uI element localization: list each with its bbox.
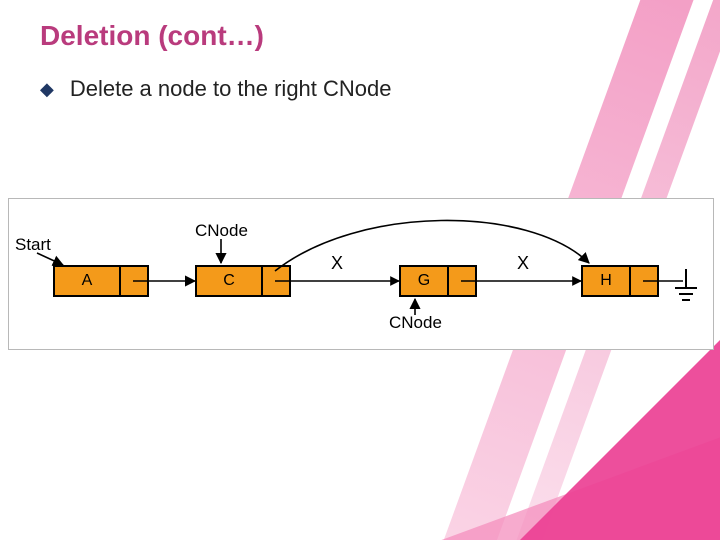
node-value: C <box>195 265 263 297</box>
node-value: H <box>581 265 631 297</box>
label-start: Start <box>15 235 51 255</box>
bullet-item: ◆ Delete a node to the right CNode <box>40 76 392 102</box>
node-value: A <box>53 265 121 297</box>
diamond-bullet-icon: ◆ <box>40 79 54 100</box>
node-value: G <box>399 265 449 297</box>
slide: Deletion (cont…) ◆ Delete a node to the … <box>0 0 720 540</box>
list-node-g: G <box>399 265 477 297</box>
broken-link-mark: X <box>331 253 343 274</box>
bullet-text: Delete a node to the right CNode <box>70 76 392 102</box>
node-pointer <box>631 265 659 297</box>
node-pointer <box>263 265 291 297</box>
node-pointer <box>121 265 149 297</box>
decor-triangle <box>500 320 720 540</box>
broken-link-mark: X <box>517 253 529 274</box>
label-cnode-bottom: CNode <box>389 313 442 333</box>
list-node-h: H <box>581 265 659 297</box>
label-cnode-top: CNode <box>195 221 248 241</box>
node-pointer <box>449 265 477 297</box>
page-title: Deletion (cont…) <box>40 20 264 52</box>
list-node-a: A <box>53 265 149 297</box>
list-node-c: C <box>195 265 291 297</box>
linked-list-diagram: Start CNode CNode A C G H X X <box>8 198 714 350</box>
